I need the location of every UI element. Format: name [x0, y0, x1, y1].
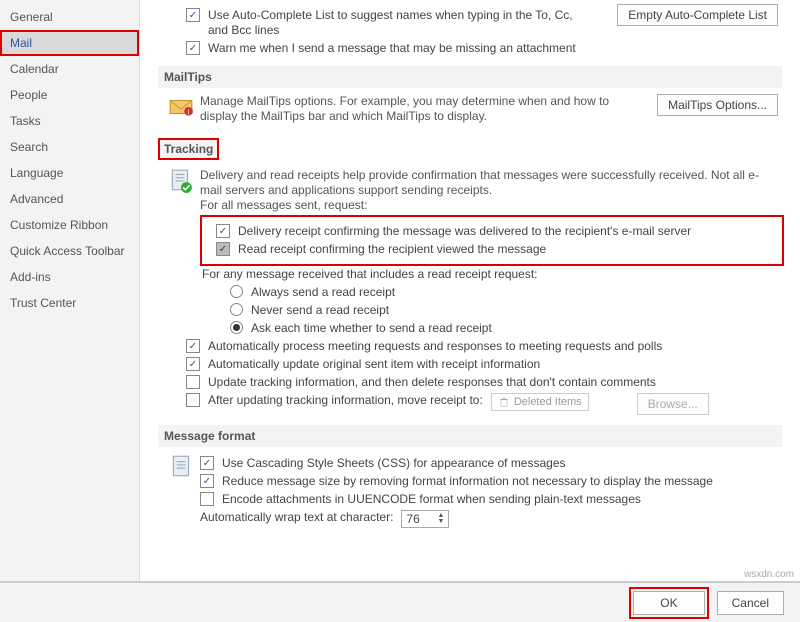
tracking-sub1: For all messages sent, request:: [200, 198, 367, 212]
sidebar-item-quick-access-toolbar[interactable]: Quick Access Toolbar: [0, 238, 139, 264]
mailtips-options-button[interactable]: MailTips Options...: [657, 94, 778, 116]
sidebar-item-search[interactable]: Search: [0, 134, 139, 160]
dialog-footer: OK Cancel: [0, 582, 800, 622]
options-sidebar: General Mail Calendar People Tasks Searc…: [0, 0, 140, 581]
update-tracking-checkbox[interactable]: [186, 375, 200, 389]
auto-update-label: Automatically update original sent item …: [208, 357, 540, 372]
warn-attachment-checkbox[interactable]: [186, 41, 200, 55]
read-receipt-checkbox[interactable]: [216, 242, 230, 256]
tracking-sub2: For any message received that includes a…: [202, 267, 538, 282]
spin-down-icon[interactable]: ▼: [437, 519, 444, 525]
ask-each-time-label: Ask each time whether to send a read rec…: [251, 321, 492, 336]
browse-button: Browse...: [637, 393, 709, 415]
always-send-radio[interactable]: [230, 285, 243, 298]
update-tracking-label: Update tracking information, and then de…: [208, 375, 656, 390]
auto-process-label: Automatically process meeting requests a…: [208, 339, 662, 354]
document-icon: [168, 453, 194, 479]
never-send-label: Never send a read receipt: [251, 303, 389, 318]
envelope-icon: i: [168, 94, 194, 120]
read-receipt-label: Read receipt confirming the recipient vi…: [238, 242, 546, 257]
css-checkbox[interactable]: [200, 456, 214, 470]
uuencode-label: Encode attachments in UUENCODE format wh…: [222, 492, 641, 507]
uuencode-checkbox[interactable]: [200, 492, 214, 506]
trash-icon: [498, 396, 510, 408]
receipt-icon: [168, 168, 194, 194]
css-label: Use Cascading Style Sheets (CSS) for app…: [222, 456, 566, 471]
tracking-desc: Delivery and read receipts help provide …: [200, 168, 782, 213]
options-main: Use Auto-Complete List to suggest names …: [140, 0, 800, 581]
tracking-highlight-box: Delivery receipt confirming the message …: [202, 217, 782, 264]
delivery-receipt-label: Delivery receipt confirming the message …: [238, 224, 691, 239]
reduce-size-checkbox[interactable]: [200, 474, 214, 488]
warn-attachment-label: Warn me when I send a message that may b…: [208, 41, 576, 56]
autocomplete-label: Use Auto-Complete List to suggest names …: [208, 8, 588, 38]
sidebar-item-trust-center[interactable]: Trust Center: [0, 290, 139, 316]
sidebar-item-general[interactable]: General: [0, 4, 139, 30]
sidebar-item-language[interactable]: Language: [0, 160, 139, 186]
autocomplete-checkbox[interactable]: [186, 8, 200, 22]
never-send-radio[interactable]: [230, 303, 243, 316]
sidebar-item-people[interactable]: People: [0, 82, 139, 108]
delivery-receipt-checkbox[interactable]: [216, 224, 230, 238]
ask-each-time-radio[interactable]: [230, 321, 243, 334]
sidebar-item-tasks[interactable]: Tasks: [0, 108, 139, 134]
mailtips-heading: MailTips: [158, 66, 782, 88]
wrap-character-input[interactable]: 76 ▲▼: [401, 510, 449, 528]
watermark: wsxdn.com: [744, 569, 794, 580]
empty-autocomplete-button[interactable]: Empty Auto-Complete List: [617, 4, 778, 26]
ok-button[interactable]: OK: [633, 591, 704, 615]
tracking-heading: Tracking: [158, 138, 219, 160]
reduce-size-label: Reduce message size by removing format i…: [222, 474, 713, 489]
auto-update-checkbox[interactable]: [186, 357, 200, 371]
sidebar-item-mail[interactable]: Mail: [0, 30, 139, 56]
sidebar-item-addins[interactable]: Add-ins: [0, 264, 139, 290]
sidebar-item-customize-ribbon[interactable]: Customize Ribbon: [0, 212, 139, 238]
move-receipt-checkbox[interactable]: [186, 393, 200, 407]
sidebar-item-calendar[interactable]: Calendar: [0, 56, 139, 82]
message-format-heading: Message format: [158, 425, 782, 447]
always-send-label: Always send a read receipt: [251, 285, 395, 300]
move-receipt-label: After updating tracking information, mov…: [208, 393, 483, 408]
cancel-button[interactable]: Cancel: [717, 591, 784, 615]
auto-process-checkbox[interactable]: [186, 339, 200, 353]
sidebar-item-advanced[interactable]: Advanced: [0, 186, 139, 212]
deleted-items-field: Deleted Items: [491, 393, 589, 411]
wrap-label: Automatically wrap text at character:: [200, 510, 393, 525]
mailtips-desc: Manage MailTips options. For example, yo…: [200, 94, 657, 124]
